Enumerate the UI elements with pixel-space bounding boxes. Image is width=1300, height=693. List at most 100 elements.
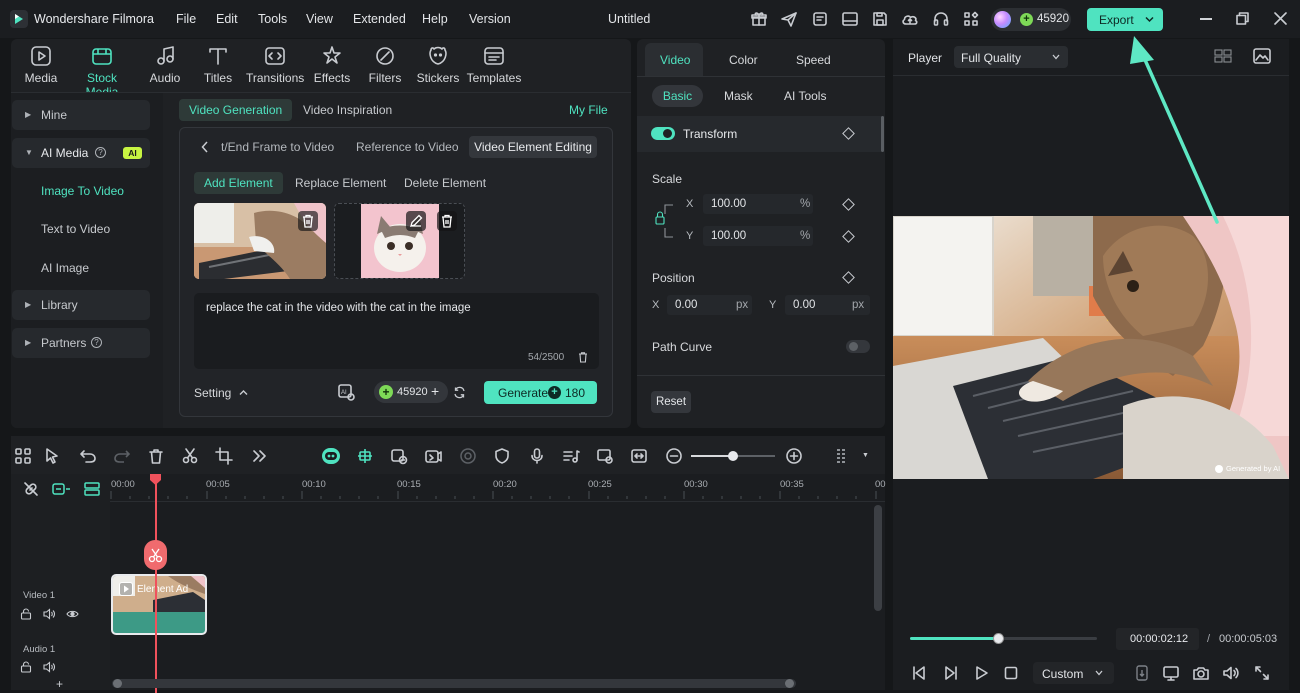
- edit-pencil-icon[interactable]: [406, 211, 426, 231]
- menu-view[interactable]: View: [306, 12, 333, 26]
- cloud-upload-icon[interactable]: [901, 10, 919, 28]
- screen-record-icon[interactable]: [596, 447, 614, 465]
- tab-video-inspiration[interactable]: Video Inspiration: [293, 99, 402, 121]
- zoom-out-icon[interactable]: [665, 447, 683, 465]
- chevron-up-icon[interactable]: [239, 389, 248, 396]
- delete-icon[interactable]: [147, 447, 165, 465]
- ai-image-icon[interactable]: AI: [337, 383, 355, 401]
- tab-color[interactable]: Color: [729, 53, 758, 67]
- horizontal-scrollbar[interactable]: [112, 679, 796, 688]
- caret-down-icon[interactable]: ▼: [862, 452, 869, 459]
- ai-copilot-icon[interactable]: [321, 447, 340, 465]
- trash-icon[interactable]: [437, 211, 457, 231]
- document-check-icon[interactable]: [811, 10, 829, 28]
- tab-video-generation[interactable]: Video Generation: [179, 99, 293, 121]
- trash-icon[interactable]: [577, 351, 589, 363]
- layout-icon[interactable]: [841, 10, 859, 28]
- transform-toggle[interactable]: [651, 127, 675, 140]
- redo-icon[interactable]: [113, 447, 131, 465]
- subtab-basic[interactable]: Basic: [652, 85, 703, 107]
- sidebar-item-ai-image[interactable]: AI Image: [41, 261, 89, 275]
- playhead-split-scissors-icon[interactable]: [144, 540, 167, 570]
- sidebar-item-partners[interactable]: ▶ Partners: [12, 328, 150, 358]
- scrollbar-handle-left[interactable]: [113, 679, 122, 688]
- refresh-icon[interactable]: [453, 386, 466, 399]
- subtab-mask[interactable]: Mask: [724, 89, 753, 103]
- avatar[interactable]: [994, 11, 1011, 28]
- microphone-icon[interactable]: [528, 447, 546, 465]
- undo-icon[interactable]: [79, 447, 97, 465]
- menu-extended[interactable]: Extended: [353, 12, 406, 26]
- sidebar-item-image-to-video[interactable]: Image To Video: [41, 184, 124, 198]
- tool-filters[interactable]: Filters: [356, 45, 414, 89]
- playback-mode-dropdown[interactable]: Custom: [1033, 662, 1114, 684]
- select-cursor-icon[interactable]: [44, 447, 62, 465]
- tool-media[interactable]: Media: [12, 45, 70, 89]
- lock-link-icon[interactable]: [653, 198, 675, 244]
- track-lock-icon[interactable]: [20, 608, 32, 620]
- fullscreen-icon[interactable]: [1253, 664, 1271, 682]
- split-scissors-icon[interactable]: [181, 447, 199, 465]
- tab-speed[interactable]: Speed: [796, 53, 831, 67]
- tool-transitions[interactable]: Transitions: [246, 45, 304, 89]
- auto-reframe-icon[interactable]: [390, 447, 408, 465]
- more-chevrons-icon[interactable]: [250, 447, 268, 465]
- scale-y-input[interactable]: 100.00 %: [703, 226, 813, 246]
- vertical-scrollbar[interactable]: [874, 505, 882, 611]
- track-lock-icon[interactable]: [20, 661, 32, 673]
- add-track-icon[interactable]: [52, 482, 70, 496]
- video-clip[interactable]: Element Ad: [111, 574, 207, 635]
- mode-tab-reference-to-video[interactable]: Reference to Video: [356, 140, 459, 154]
- track-volume-icon[interactable]: [43, 608, 56, 620]
- save-icon[interactable]: [871, 10, 889, 28]
- play-icon[interactable]: [972, 664, 990, 682]
- snapshot-image-icon[interactable]: [1253, 48, 1271, 64]
- properties-scrollbar[interactable]: [881, 116, 884, 152]
- position-y-input[interactable]: 0.00 px: [785, 295, 870, 315]
- subtab-delete-element[interactable]: Delete Element: [394, 172, 496, 194]
- help-circle-icon[interactable]: ?: [95, 147, 106, 158]
- generate-button[interactable]: Generate + 180: [484, 381, 597, 404]
- quality-dropdown[interactable]: Full Quality: [954, 46, 1068, 68]
- minimize-icon[interactable]: [1200, 18, 1212, 20]
- position-x-input[interactable]: 0.00 px: [667, 295, 752, 315]
- export-button[interactable]: Export: [1087, 8, 1163, 31]
- menu-edit[interactable]: Edit: [216, 12, 238, 26]
- volume-icon[interactable]: [1222, 664, 1240, 682]
- credits-pill[interactable]: + 45920: [991, 8, 1071, 31]
- tool-templates[interactable]: Templates: [465, 45, 523, 89]
- subtab-add-element[interactable]: Add Element: [194, 172, 283, 194]
- previous-frame-icon[interactable]: [910, 664, 928, 682]
- credits-chip[interactable]: + 45920 +: [374, 381, 448, 403]
- smart-cutout-icon[interactable]: [424, 447, 442, 465]
- fit-width-icon[interactable]: [630, 447, 648, 465]
- mode-tab-start-end-frame[interactable]: t/End Frame to Video: [221, 140, 334, 154]
- restore-icon[interactable]: [1236, 12, 1249, 25]
- tool-effects[interactable]: Effects: [303, 45, 361, 89]
- track-height-icon[interactable]: [834, 447, 852, 465]
- menu-file[interactable]: File: [176, 12, 196, 26]
- stop-icon[interactable]: [1002, 664, 1020, 682]
- help-circle-icon[interactable]: ?: [91, 337, 102, 348]
- mark-in-icon[interactable]: [1133, 664, 1151, 682]
- layout-grid-icon[interactable]: [14, 447, 32, 465]
- track-volume-icon[interactable]: [43, 661, 56, 673]
- track-visibility-eye-icon[interactable]: [66, 609, 79, 619]
- display-monitor-icon[interactable]: [1162, 664, 1180, 682]
- close-icon[interactable]: [1274, 12, 1287, 25]
- video-preview[interactable]: Generated by AI: [893, 216, 1289, 479]
- tool-stickers[interactable]: Stickers: [409, 45, 467, 89]
- subtab-ai-tools[interactable]: AI Tools: [784, 89, 826, 103]
- shield-icon[interactable]: [493, 447, 511, 465]
- add-track-plus-icon[interactable]: +: [56, 677, 63, 691]
- tool-titles[interactable]: Titles: [189, 45, 247, 89]
- chevron-left-icon[interactable]: [201, 141, 209, 153]
- link-icon[interactable]: [23, 481, 39, 497]
- scrollbar-handle-right[interactable]: [785, 679, 794, 688]
- headset-icon[interactable]: [932, 10, 950, 28]
- snap-magnet-icon[interactable]: [356, 447, 374, 465]
- chevron-down-icon[interactable]: [1145, 16, 1154, 23]
- reset-button[interactable]: Reset: [651, 391, 691, 413]
- record-disabled-icon[interactable]: [459, 447, 477, 465]
- mode-tab-video-element-editing[interactable]: Video Element Editing: [469, 136, 597, 158]
